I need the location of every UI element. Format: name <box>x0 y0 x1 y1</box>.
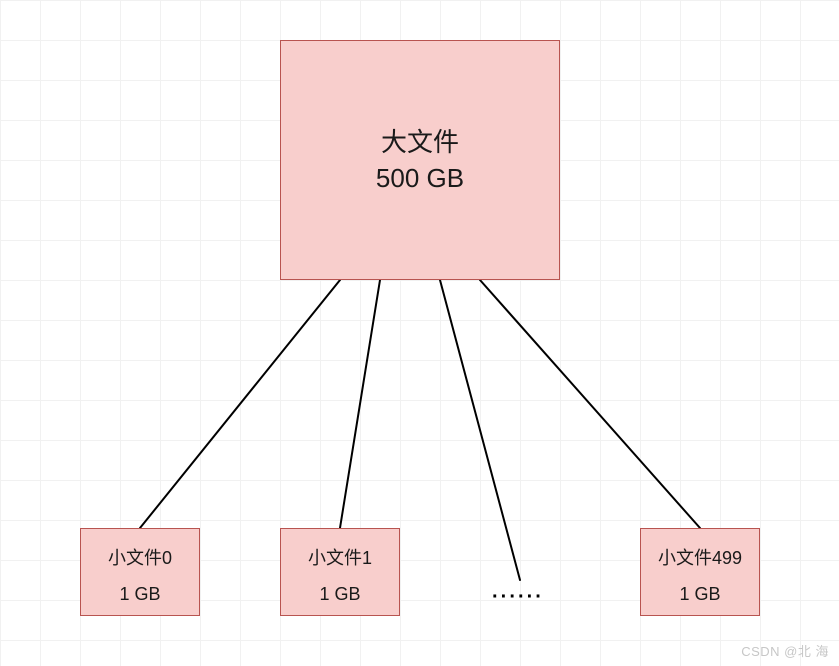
large-file-size: 500 GB <box>376 160 464 196</box>
small-file-size: 1 GB <box>319 584 360 605</box>
small-file-size: 1 GB <box>119 584 160 605</box>
small-file-name: 小文件1 <box>308 544 372 570</box>
large-file-box: 大文件 500 GB <box>280 40 560 280</box>
small-file-size: 1 GB <box>679 584 720 605</box>
small-file-name: 小文件499 <box>658 544 742 570</box>
small-file-box-1: 小文件1 1 GB <box>280 528 400 616</box>
ellipsis: ······ <box>492 586 544 609</box>
large-file-title: 大文件 <box>381 124 459 160</box>
small-file-box-0: 小文件0 1 GB <box>80 528 200 616</box>
watermark: CSDN @北 海 <box>741 641 829 660</box>
small-file-box-499: 小文件499 1 GB <box>640 528 760 616</box>
small-file-name: 小文件0 <box>108 544 172 570</box>
